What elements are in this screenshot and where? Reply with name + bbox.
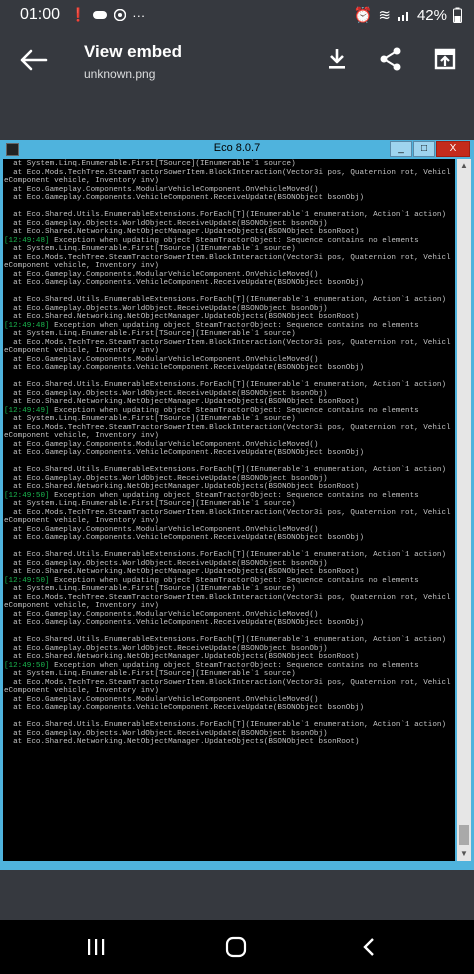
open-external-icon[interactable] [432, 46, 458, 72]
home-icon[interactable] [224, 936, 248, 958]
log-block: at System.Linq.Enumerable.First[TSource]… [4, 415, 451, 500]
wifi-icon: ≋ [378, 7, 391, 24]
log-timestamp: [12:49:48] [4, 236, 50, 245]
page-title: View embed [84, 42, 182, 61]
signal-icon [397, 12, 408, 21]
minimize-button[interactable]: _ [390, 141, 412, 157]
close-button[interactable]: X [436, 141, 470, 157]
status-system-icons: ⏰ ≋ 42% [354, 6, 462, 24]
back-arrow-icon[interactable] [18, 48, 48, 72]
console-scrollbar[interactable]: ▲ ▼ [457, 159, 471, 861]
console-window: Eco 8.0.7 _ □ X at System.Linq.Enumerabl… [0, 140, 474, 870]
status-time: 01:00 [20, 6, 61, 23]
scroll-up-icon[interactable]: ▲ [457, 159, 471, 173]
log-message: Exception when updating object SteamTrac… [54, 576, 419, 585]
recent-apps-icon[interactable] [84, 936, 108, 958]
log-timestamp: [12:49:50] [4, 661, 50, 670]
system-nav-bar [0, 920, 474, 974]
log-timestamp: [12:49:50] [4, 491, 50, 500]
log-block: at System.Linq.Enumerable.First[TSource]… [4, 160, 451, 245]
battery-level: 42% [416, 6, 447, 24]
chrome-icon [114, 9, 127, 21]
console-output: at System.Linq.Enumerable.First[TSource]… [3, 159, 455, 861]
log-message: Exception when updating object SteamTrac… [54, 491, 419, 500]
scroll-thumb[interactable] [459, 825, 469, 845]
more-icon: ··· [132, 7, 146, 23]
console-titlebar: Eco 8.0.7 _ □ X [0, 140, 474, 158]
share-icon[interactable] [378, 46, 404, 72]
back-icon[interactable] [358, 936, 382, 958]
log-block: at System.Linq.Enumerable.First[TSource]… [4, 500, 451, 585]
log-message: Exception when updating object SteamTrac… [54, 236, 419, 245]
status-notification-icons: ❗ ··· [70, 7, 145, 23]
download-icon[interactable] [324, 46, 350, 72]
log-message: Exception when updating object SteamTrac… [54, 661, 419, 670]
alert-icon: ❗ [70, 7, 87, 22]
game-controller-icon [93, 11, 108, 19]
log-message: Exception when updating object SteamTrac… [54, 321, 419, 330]
log-message: Exception when updating object SteamTrac… [54, 406, 419, 415]
battery-icon [453, 7, 462, 23]
maximize-button[interactable]: □ [413, 141, 435, 157]
log-timestamp: [12:49:50] [4, 576, 50, 585]
log-timestamp: [12:49:48] [4, 321, 50, 330]
status-bar: 01:00 ❗ ··· ⏰ ≋ 42% [0, 0, 474, 30]
log-tail: at System.Linq.Enumerable.First[TSource]… [4, 670, 451, 746]
file-name: unknown.png [84, 67, 156, 81]
log-block: at System.Linq.Enumerable.First[TSource]… [4, 585, 451, 670]
console-log: at System.Linq.Enumerable.First[TSource]… [3, 159, 455, 747]
log-timestamp: [12:49:49] [4, 406, 50, 415]
log-block: at System.Linq.Enumerable.First[TSource]… [4, 330, 451, 415]
log-block: at System.Linq.Enumerable.First[TSource]… [4, 245, 451, 330]
app-bar: View embed unknown.png [0, 30, 474, 90]
alarm-icon: ⏰ [353, 7, 373, 24]
window-controls: _ □ X [389, 141, 470, 157]
scroll-down-icon[interactable]: ▼ [457, 847, 471, 861]
